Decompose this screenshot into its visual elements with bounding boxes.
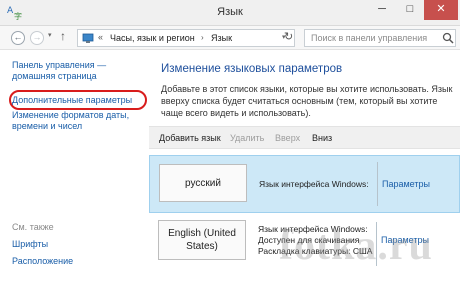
search-input[interactable]: Поиск в панели управления	[311, 33, 427, 43]
language-tile[interactable]: русский	[159, 164, 247, 202]
sidebar-fonts-link[interactable]: Шрифты	[12, 239, 48, 250]
language-tile[interactable]: English (United States)	[158, 220, 246, 260]
language-row-russian[interactable]: русский Язык интерфейса Windows: Парамет…	[149, 155, 460, 213]
language-info: Язык интерфейса Windows: Доступен для ск…	[258, 224, 373, 256]
language-options-link[interactable]: Параметры	[382, 179, 430, 189]
title-bar: A 字 Язык ─ □ ✕	[0, 0, 460, 26]
recent-locations-icon[interactable]: ▾	[48, 31, 52, 39]
language-info: Язык интерфейса Windows:	[259, 179, 369, 189]
breadcrumb-language[interactable]: Язык	[211, 33, 232, 43]
move-up-button[interactable]: Вверх	[275, 133, 300, 143]
sidebar-home-link[interactable]: Панель управления — домашняя страница	[12, 60, 132, 82]
control-panel-icon	[82, 33, 94, 43]
up-button[interactable]: ↑	[60, 29, 66, 43]
row-divider	[377, 162, 378, 206]
page-title: Изменение языковых параметров	[161, 63, 343, 75]
language-toolbar: Добавить язык Удалить Вверх Вниз	[149, 126, 460, 149]
page-description: Добавьте в этот список языки, которые вы…	[161, 84, 453, 118]
address-chevron-icon[interactable]: «	[98, 32, 103, 42]
add-language-button[interactable]: Добавить язык	[159, 133, 221, 143]
language-row-english[interactable]: English (United States) Язык интерфейса …	[149, 216, 460, 274]
address-bar[interactable]: « Часы, язык и регион › Язык ▾	[77, 29, 295, 47]
refresh-button[interactable]: ↻	[284, 30, 293, 43]
close-button[interactable]: ✕	[424, 0, 458, 20]
language-options-link[interactable]: Параметры	[381, 235, 429, 245]
minimize-button[interactable]: ─	[368, 0, 396, 20]
search-box[interactable]: Поиск в панели управления	[304, 29, 456, 47]
sidebar-location-link[interactable]: Расположение	[12, 256, 73, 267]
breadcrumb-clock-language-region[interactable]: Часы, язык и регион	[110, 33, 195, 43]
row-divider	[376, 222, 377, 266]
search-icon[interactable]	[442, 32, 454, 44]
sidebar-change-formats-link[interactable]: Изменение форматов даты, времени и чисел	[12, 110, 142, 132]
move-down-button[interactable]: Вниз	[312, 133, 332, 143]
forward-button[interactable]: →	[30, 31, 44, 45]
see-also-heading: См. также	[12, 222, 54, 232]
maximize-button[interactable]: □	[396, 0, 424, 20]
back-button[interactable]: ←	[11, 31, 25, 45]
navigation-bar: ← → ▾ ↑ « Часы, язык и регион › Язык ▾ ↻…	[0, 26, 460, 50]
remove-language-button[interactable]: Удалить	[230, 133, 264, 143]
breadcrumb-separator-icon[interactable]: ›	[201, 33, 204, 42]
sidebar-advanced-settings-link[interactable]: Дополнительные параметры	[12, 95, 142, 106]
